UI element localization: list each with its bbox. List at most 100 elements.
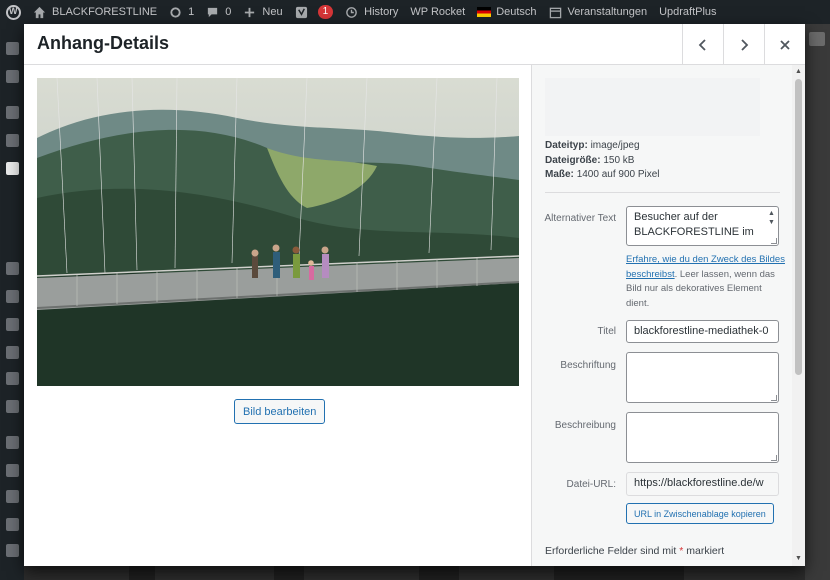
events-label: Veranstaltungen (567, 6, 648, 18)
dashboard-icon[interactable] (6, 42, 19, 55)
history-menu-icon[interactable] (6, 70, 19, 83)
filesize-value: 150 kB (603, 154, 635, 166)
comments-menu-icon[interactable] (6, 318, 19, 331)
backdrop-block (129, 566, 155, 580)
chevron-right-icon (741, 38, 749, 51)
german-flag-icon (477, 7, 492, 17)
title-input[interactable]: blackforestline-mediathek-0 (626, 320, 779, 343)
alt-text-label: Alternativer Text (544, 213, 616, 224)
file-url-label: Datei-URL: (566, 479, 616, 490)
chevron-left-icon (698, 38, 706, 51)
updraftplus-link[interactable]: UpdraftPlus (659, 6, 716, 18)
description-textarea[interactable] (626, 412, 779, 463)
title-label: Titel (597, 326, 616, 337)
yoast-badge: 1 (317, 5, 334, 19)
previous-button[interactable] (682, 24, 723, 65)
history-label: History (364, 6, 399, 18)
wordpress-logo-link[interactable] (6, 4, 21, 20)
comments-link[interactable]: 0 (206, 6, 231, 19)
close-icon (780, 39, 790, 50)
backdrop-bottom (24, 566, 805, 580)
language-switcher[interactable]: Deutsch (477, 6, 537, 18)
alt-text-help: Erfahre, wie du den Zweck des Bildes bes… (626, 253, 786, 311)
history-link[interactable]: History (345, 6, 398, 19)
updates-link[interactable]: 1 (169, 6, 194, 19)
crown-icon[interactable] (6, 372, 19, 385)
history-icon (346, 6, 357, 18)
required-fields-note: Erforderliche Felder sind mit * markiert (545, 545, 724, 557)
resize-handle-icon[interactable] (771, 238, 777, 244)
modal-header: Anhang-Details (24, 24, 805, 65)
filetype-value: image/jpeg (590, 140, 640, 151)
yoast-icon (295, 6, 307, 18)
filetype-label: Dateityp: (545, 140, 588, 151)
site-name-link[interactable]: BLACKFORESTLINE (33, 6, 157, 19)
comments-count: 0 (225, 6, 232, 18)
caption-textarea[interactable] (626, 352, 779, 403)
filesize-label: Dateigröße: (545, 154, 601, 166)
user-icon[interactable] (6, 490, 19, 503)
pin-icon[interactable] (6, 106, 19, 119)
site-name: BLACKFORESTLINE (52, 6, 158, 18)
dimensions-label: Maße: (545, 169, 574, 180)
grid-icon[interactable] (6, 400, 19, 413)
file-url-input[interactable]: https://blackforestline.de/w (626, 472, 779, 496)
plus-icon (245, 7, 255, 17)
media-icon[interactable] (6, 162, 19, 175)
wp-rocket-link[interactable]: WP Rocket (410, 6, 465, 18)
file-info: Dateityp: image/jpeg Dateigröße: 150 kB … (545, 139, 660, 183)
new-content-link[interactable]: Neu (243, 6, 283, 19)
filesize-row: Dateigröße: 150 kB (545, 154, 660, 169)
screen-options-icon (809, 32, 825, 46)
backdrop-block (419, 566, 459, 580)
language-label: Deutsch (496, 6, 537, 18)
title-value: blackforestline-mediathek-0 (634, 325, 769, 337)
admin-sidebar-menu (0, 24, 24, 580)
pages-icon[interactable] (6, 290, 19, 303)
next-button[interactable] (723, 24, 764, 65)
dimensions-row: Maße: 1400 auf 900 Pixel (545, 168, 660, 183)
brush-icon[interactable] (6, 436, 19, 449)
sidebar-scrollbar[interactable]: ▲ ▼ (792, 65, 805, 566)
alt-text-value: Besucher auf der BLACKFORESTLINE im (634, 211, 754, 238)
events-link[interactable]: Veranstaltungen (549, 6, 648, 19)
file-url-value: https://blackforestline.de/w (634, 477, 764, 489)
dimensions-value: 1400 auf 900 Pixel (576, 169, 660, 180)
admin-bar: BLACKFORESTLINE 1 0 Neu 1 History WP Roc… (0, 0, 830, 24)
alt-text-field[interactable]: Besucher auf der BLACKFORESTLINE im ▲ ▼ (626, 206, 779, 246)
updates-count: 1 (188, 6, 195, 18)
wordpress-icon (6, 4, 21, 20)
mail-icon[interactable] (6, 346, 19, 359)
close-button[interactable] (764, 24, 805, 65)
scroll-down-icon[interactable]: ▼ (795, 555, 802, 562)
required-suffix: markiert (686, 545, 725, 557)
calendar-icon (549, 7, 561, 18)
star-icon[interactable] (6, 262, 19, 275)
attachment-image (37, 78, 519, 386)
description-label: Beschreibung (554, 420, 616, 431)
edit-image-button[interactable]: Bild bearbeiten (234, 399, 326, 424)
updraftplus-label: UpdraftPlus (659, 6, 717, 18)
resize-handle-icon[interactable] (771, 395, 777, 401)
wrench-icon[interactable] (6, 518, 19, 531)
settings-icon[interactable] (6, 544, 19, 557)
plugin-icon[interactable] (6, 464, 19, 477)
comment-icon (208, 7, 218, 17)
required-text: Erforderliche Felder sind mit (545, 545, 677, 557)
yoast-link[interactable]: 1 (295, 5, 334, 19)
copy-url-button[interactable]: URL in Zwischenablage kopieren (626, 503, 774, 524)
home-icon (33, 6, 46, 18)
scroll-up-icon[interactable]: ▲ (795, 68, 802, 75)
new-label: Neu (262, 6, 283, 18)
calendar-menu-icon[interactable] (6, 134, 19, 147)
wp-rocket-label: WP Rocket (410, 6, 466, 18)
caption-label: Beschriftung (560, 360, 616, 371)
attachment-details-modal: Anhang-Details Bild bearbeiten Dateityp:… (24, 24, 805, 566)
image-preview-area: Bild bearbeiten (24, 65, 531, 566)
divider (545, 192, 780, 193)
scrollbar-thumb[interactable] (795, 79, 802, 375)
filetype-row: Dateityp: image/jpeg (545, 139, 660, 154)
modal-title: Anhang-Details (37, 33, 170, 53)
resize-handle-icon[interactable] (771, 455, 777, 461)
backdrop-block (274, 566, 304, 580)
